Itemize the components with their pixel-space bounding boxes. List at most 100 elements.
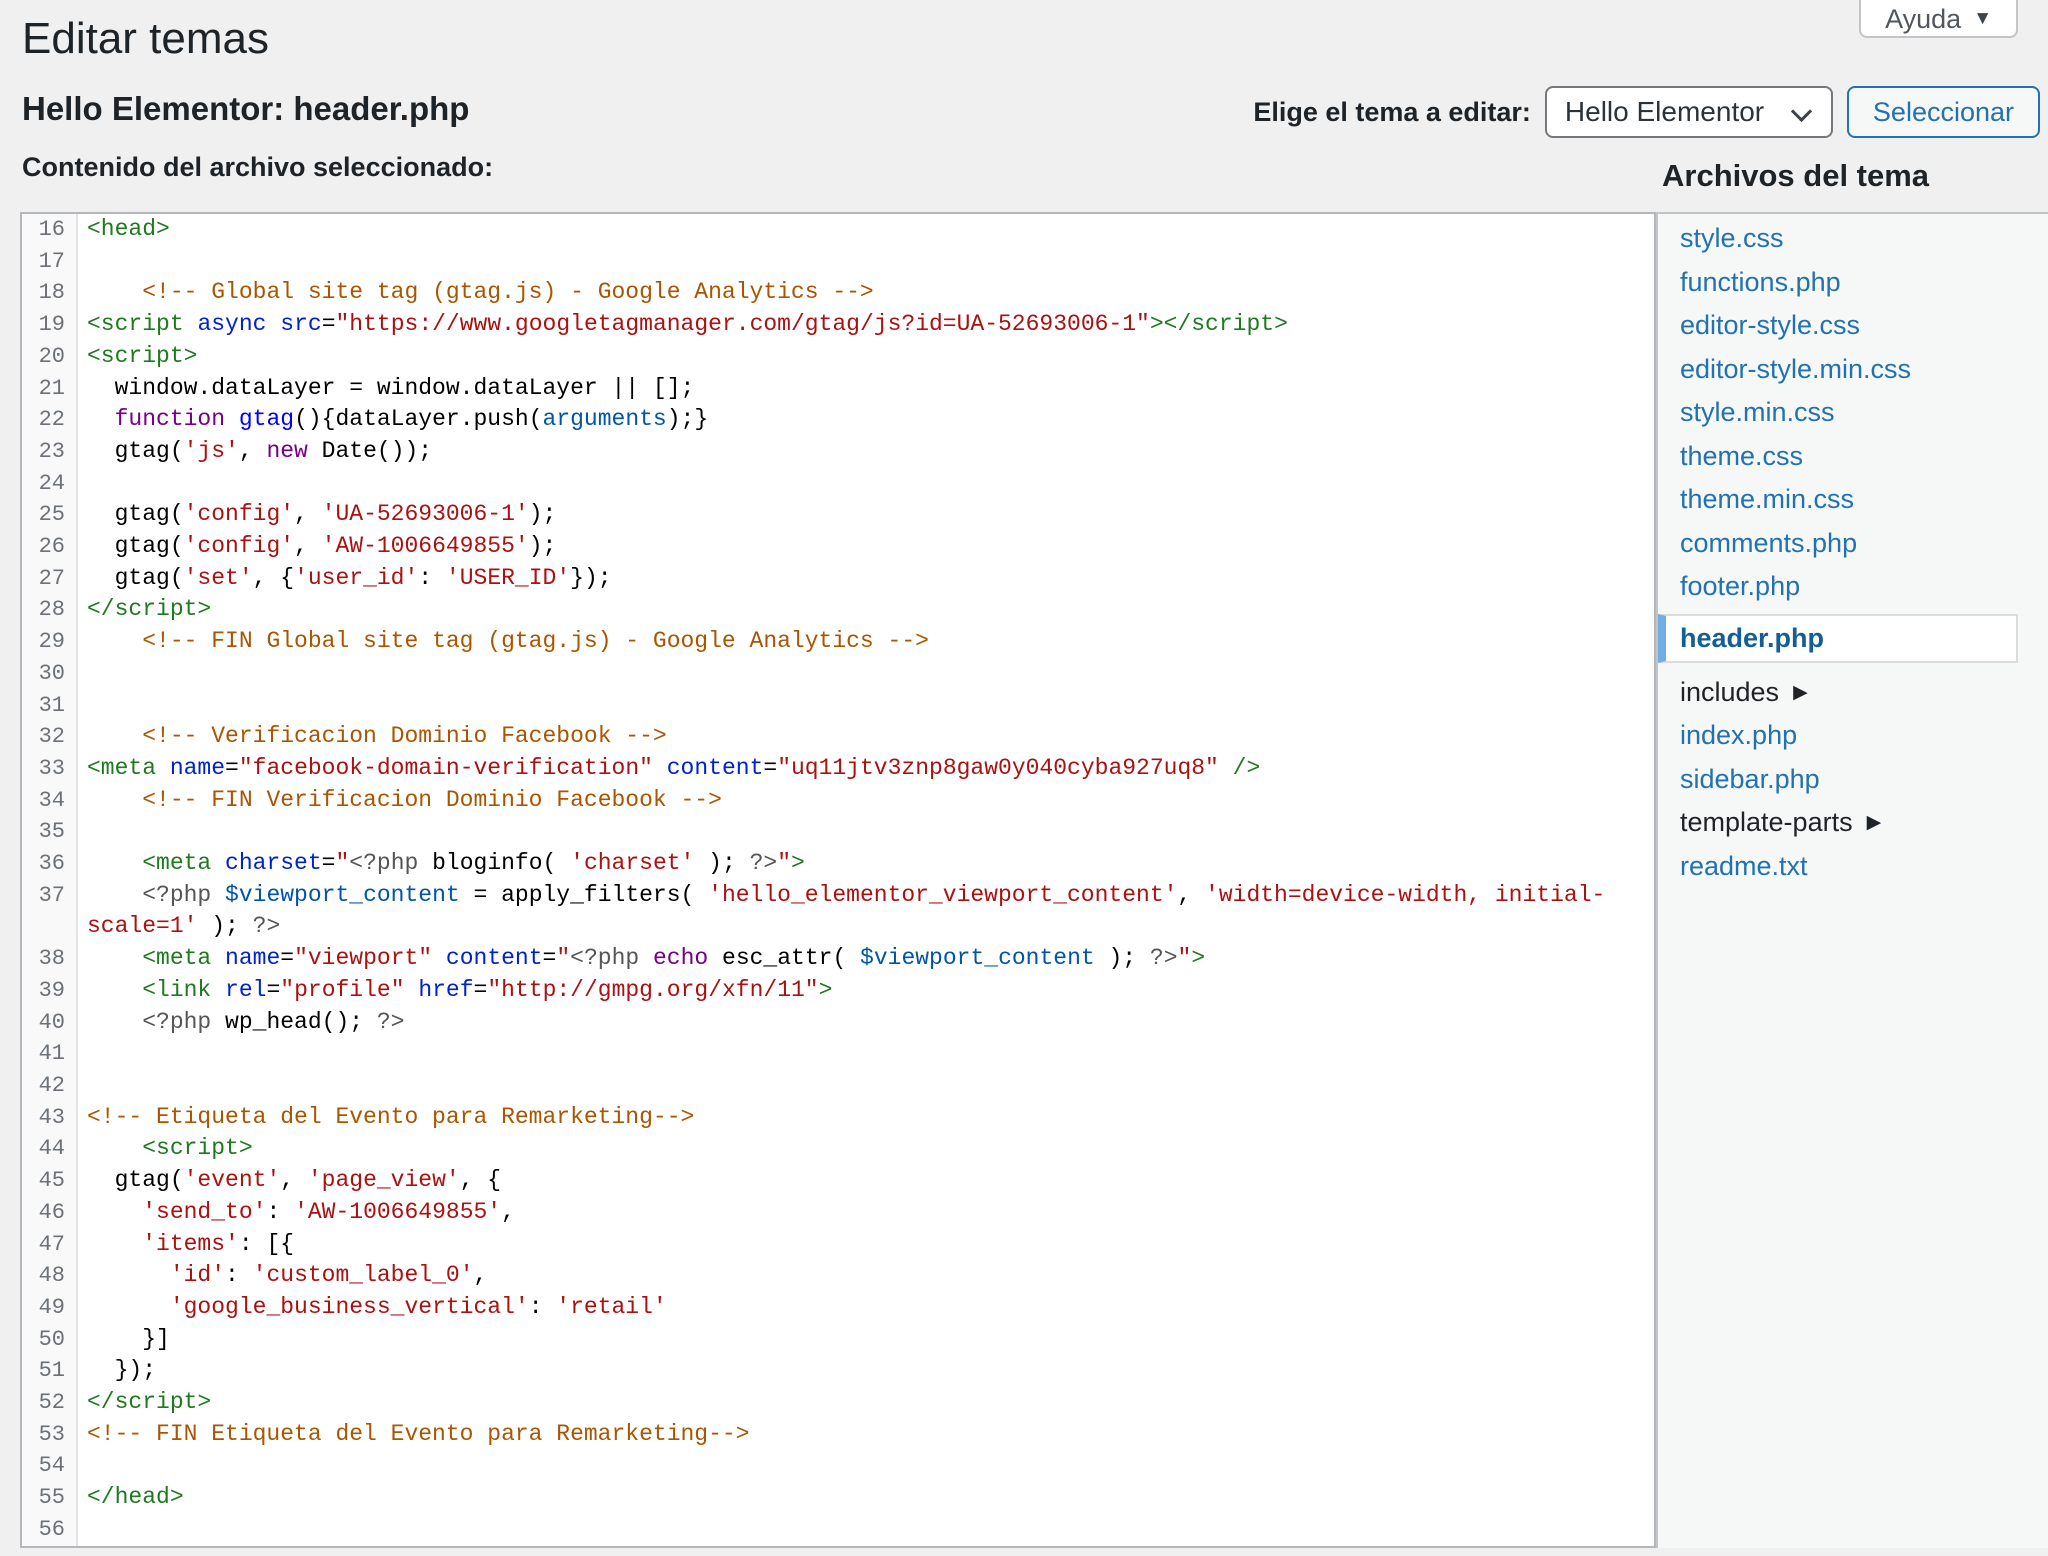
theme-file-index-php[interactable]: index.php <box>1658 714 2048 758</box>
code-line: 44 <script> <box>22 1133 1654 1165</box>
line-number: 21 <box>22 373 78 405</box>
code-line: 47 'items': [{ <box>22 1229 1654 1261</box>
code-line: 18 <!-- Global site tag (gtag.js) - Goog… <box>22 277 1654 309</box>
theme-folder-includes[interactable]: includes▶ <box>1658 671 2048 715</box>
line-number: 45 <box>22 1165 78 1197</box>
code-text: <script> <box>78 1133 1654 1165</box>
code-line: 32 <!-- Verificacion Dominio Facebook --… <box>22 721 1654 753</box>
code-line: 42 <box>22 1070 1654 1102</box>
code-text: gtag('config', 'AW-1006649855'); <box>78 531 1654 563</box>
file-link-label: theme.min.css <box>1680 484 1854 515</box>
code-text <box>78 1038 1654 1070</box>
line-number: 27 <box>22 563 78 595</box>
theme-file-style-css[interactable]: style.css <box>1658 217 2048 261</box>
line-number: 31 <box>22 690 78 722</box>
code-text: function gtag(){dataLayer.push(arguments… <box>78 404 1654 436</box>
code-line: 56 <box>22 1514 1654 1546</box>
code-text <box>78 690 1654 722</box>
code-text: <meta charset="<?php bloginfo( 'charset'… <box>78 848 1654 880</box>
theme-folder-template-parts[interactable]: template-parts▶ <box>1658 801 2048 845</box>
code-line: 40 <?php wp_head(); ?> <box>22 1007 1654 1039</box>
code-text <box>78 1070 1654 1102</box>
line-number: 24 <box>22 468 78 500</box>
code-text: <?php $viewport_content = apply_filters(… <box>78 880 1654 943</box>
line-number: 26 <box>22 531 78 563</box>
theme-file-theme-min-css[interactable]: theme.min.css <box>1658 478 2048 522</box>
caret-down-icon: ▼ <box>1973 8 1992 30</box>
code-text: <!-- Etiqueta del Evento para Remarketin… <box>78 1102 1654 1134</box>
theme-select-label: Elige el tema a editar: <box>1253 97 1531 128</box>
theme-chooser: Elige el tema a editar: Hello Elementor … <box>1253 86 2040 138</box>
line-number: 54 <box>22 1450 78 1482</box>
code-editor[interactable]: 16<head>1718 <!-- Global site tag (gtag.… <box>20 212 1656 1548</box>
gutter-filler <box>22 1546 1654 1548</box>
code-text: window.dataLayer = window.dataLayer || [… <box>78 373 1654 405</box>
line-number: 20 <box>22 341 78 373</box>
line-number: 33 <box>22 753 78 785</box>
line-number: 17 <box>22 246 78 278</box>
code-text: gtag('config', 'UA-52693006-1'); <box>78 499 1654 531</box>
code-text: <!-- FIN Etiqueta del Evento para Remark… <box>78 1419 1654 1451</box>
theme-select[interactable]: Hello Elementor <box>1545 86 1833 138</box>
file-link-label: footer.php <box>1680 571 1800 602</box>
theme-file-functions-php[interactable]: functions.php <box>1658 261 2048 305</box>
code-text: <meta name="facebook-domain-verification… <box>78 753 1654 785</box>
code-line: 54 <box>22 1450 1654 1482</box>
code-text <box>78 658 1654 690</box>
line-number: 29 <box>22 626 78 658</box>
code-line: 37 <?php $viewport_content = apply_filte… <box>22 880 1654 943</box>
line-number: 22 <box>22 404 78 436</box>
theme-file-editor-style-css[interactable]: editor-style.css <box>1658 304 2048 348</box>
theme-file-footer-php[interactable]: footer.php <box>1658 565 2048 609</box>
file-link-label: theme.css <box>1680 441 1803 472</box>
code-line: 26 gtag('config', 'AW-1006649855'); <box>22 531 1654 563</box>
line-number: 53 <box>22 1419 78 1451</box>
help-button[interactable]: Ayuda ▼ <box>1859 0 2018 38</box>
code-text: </script> <box>78 594 1654 626</box>
line-number: 32 <box>22 721 78 753</box>
code-text: <!-- FIN Verificacion Dominio Facebook -… <box>78 785 1654 817</box>
code-line: 48 'id': 'custom_label_0', <box>22 1260 1654 1292</box>
theme-file-comments-php[interactable]: comments.php <box>1658 522 2048 566</box>
line-number: 35 <box>22 816 78 848</box>
theme-file-header-php[interactable]: header.php <box>1658 614 2018 663</box>
file-link-label: readme.txt <box>1680 851 1808 882</box>
line-number: 40 <box>22 1007 78 1039</box>
theme-editor-page: { "page": { "title": "Editar temas" }, "… <box>0 0 2048 1556</box>
code-line: 38 <meta name="viewport" content="<?php … <box>22 943 1654 975</box>
line-number: 41 <box>22 1038 78 1070</box>
chevron-down-icon <box>1791 101 1812 122</box>
code-text: <?php wp_head(); ?> <box>78 1007 1654 1039</box>
folder-expand-icon: ▶ <box>1793 681 1808 704</box>
code-text: gtag('js', new Date()); <box>78 436 1654 468</box>
file-content-label: Contenido del archivo seleccionado: <box>22 152 493 183</box>
code-line: 23 gtag('js', new Date()); <box>22 436 1654 468</box>
line-number: 47 <box>22 1229 78 1261</box>
theme-file-style-min-css[interactable]: style.min.css <box>1658 391 2048 435</box>
file-link-label: editor-style.css <box>1680 310 1860 341</box>
code-text: gtag('event', 'page_view', { <box>78 1165 1654 1197</box>
theme-file-readme-txt[interactable]: readme.txt <box>1658 845 2048 889</box>
line-number: 48 <box>22 1260 78 1292</box>
line-number: 39 <box>22 975 78 1007</box>
line-number: 37 <box>22 880 78 943</box>
folder-label: template-parts <box>1680 807 1853 838</box>
theme-file-editor-style-min-css[interactable]: editor-style.min.css <box>1658 348 2048 392</box>
line-number: 16 <box>22 214 78 246</box>
code-line: 51 }); <box>22 1355 1654 1387</box>
code-line: 28</script> <box>22 594 1654 626</box>
file-link-label: style.css <box>1680 223 1784 254</box>
theme-files-panel: style.css functions.php editor-style.css ed… <box>1656 212 2048 1548</box>
line-number: 34 <box>22 785 78 817</box>
line-number: 55 <box>22 1482 78 1514</box>
line-number: 30 <box>22 658 78 690</box>
theme-files-title: Archivos del tema <box>1662 158 1929 194</box>
theme-file-sidebar-php[interactable]: sidebar.php <box>1658 758 2048 802</box>
code-line: 25 gtag('config', 'UA-52693006-1'); <box>22 499 1654 531</box>
code-line: 52</script> <box>22 1387 1654 1419</box>
theme-file-theme-css[interactable]: theme.css <box>1658 435 2048 479</box>
code-line: 16<head> <box>22 214 1654 246</box>
code-text <box>78 246 1654 278</box>
select-theme-button[interactable]: Seleccionar <box>1847 86 2040 138</box>
line-number: 38 <box>22 943 78 975</box>
